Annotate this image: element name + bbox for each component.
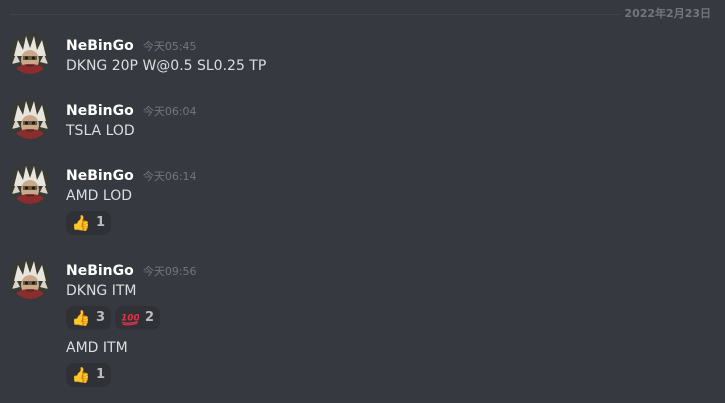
- message-group: NeBinGo 今天06:14 AMD LOD 👍 1: [0, 164, 725, 236]
- timestamp: 今天09:56: [142, 265, 197, 278]
- reaction-count: 1: [96, 215, 106, 230]
- thumbs-up-icon: 👍: [71, 309, 91, 327]
- reaction-count: 2: [145, 310, 155, 325]
- timestamp: 今天05:45: [142, 40, 197, 53]
- reactions-bar: 👍 3 100 2: [66, 306, 164, 330]
- message-text: DKNG ITM: [66, 283, 137, 299]
- reactions-bar: 👍 1: [66, 363, 115, 387]
- message-text: AMD LOD: [66, 188, 132, 204]
- reaction-thumbs-up[interactable]: 👍 3: [66, 306, 112, 330]
- reactions-bar: 👍 1: [66, 211, 115, 235]
- message-text: DKNG 20P W@0.5 SL0.25 TP: [66, 58, 267, 74]
- hundred-points-icon: 100: [121, 309, 139, 327]
- reaction-count: 3: [96, 310, 106, 325]
- date-divider-label: 2022年2月23日: [620, 6, 715, 22]
- reaction-count: 1: [96, 367, 106, 382]
- username[interactable]: NeBinGo: [66, 38, 134, 54]
- message-group: NeBinGo 今天05:45 DKNG 20P W@0.5 SL0.25 TP: [0, 34, 725, 84]
- message-text: AMD ITM: [66, 340, 128, 356]
- thumbs-up-icon: 👍: [71, 214, 91, 232]
- reaction-thumbs-up[interactable]: 👍 1: [66, 211, 112, 235]
- message-group: NeBinGo 今天09:56 DKNG ITM 👍 3 100 2 AMD I…: [0, 259, 725, 389]
- avatar[interactable]: [10, 164, 50, 204]
- reaction-hundred-points[interactable]: 100 2: [115, 306, 161, 330]
- username[interactable]: NeBinGo: [66, 263, 134, 279]
- avatar[interactable]: [10, 34, 50, 74]
- date-divider: [10, 14, 715, 15]
- username[interactable]: NeBinGo: [66, 103, 134, 119]
- avatar[interactable]: [10, 99, 50, 139]
- timestamp: 今天06:14: [142, 170, 197, 183]
- reaction-thumbs-up[interactable]: 👍 1: [66, 363, 112, 387]
- username[interactable]: NeBinGo: [66, 168, 134, 184]
- timestamp: 今天06:04: [142, 105, 197, 118]
- thumbs-up-icon: 👍: [71, 366, 91, 384]
- avatar[interactable]: [10, 259, 50, 299]
- message-text: TSLA LOD: [66, 123, 135, 139]
- message-group: NeBinGo 今天06:04 TSLA LOD: [0, 99, 725, 149]
